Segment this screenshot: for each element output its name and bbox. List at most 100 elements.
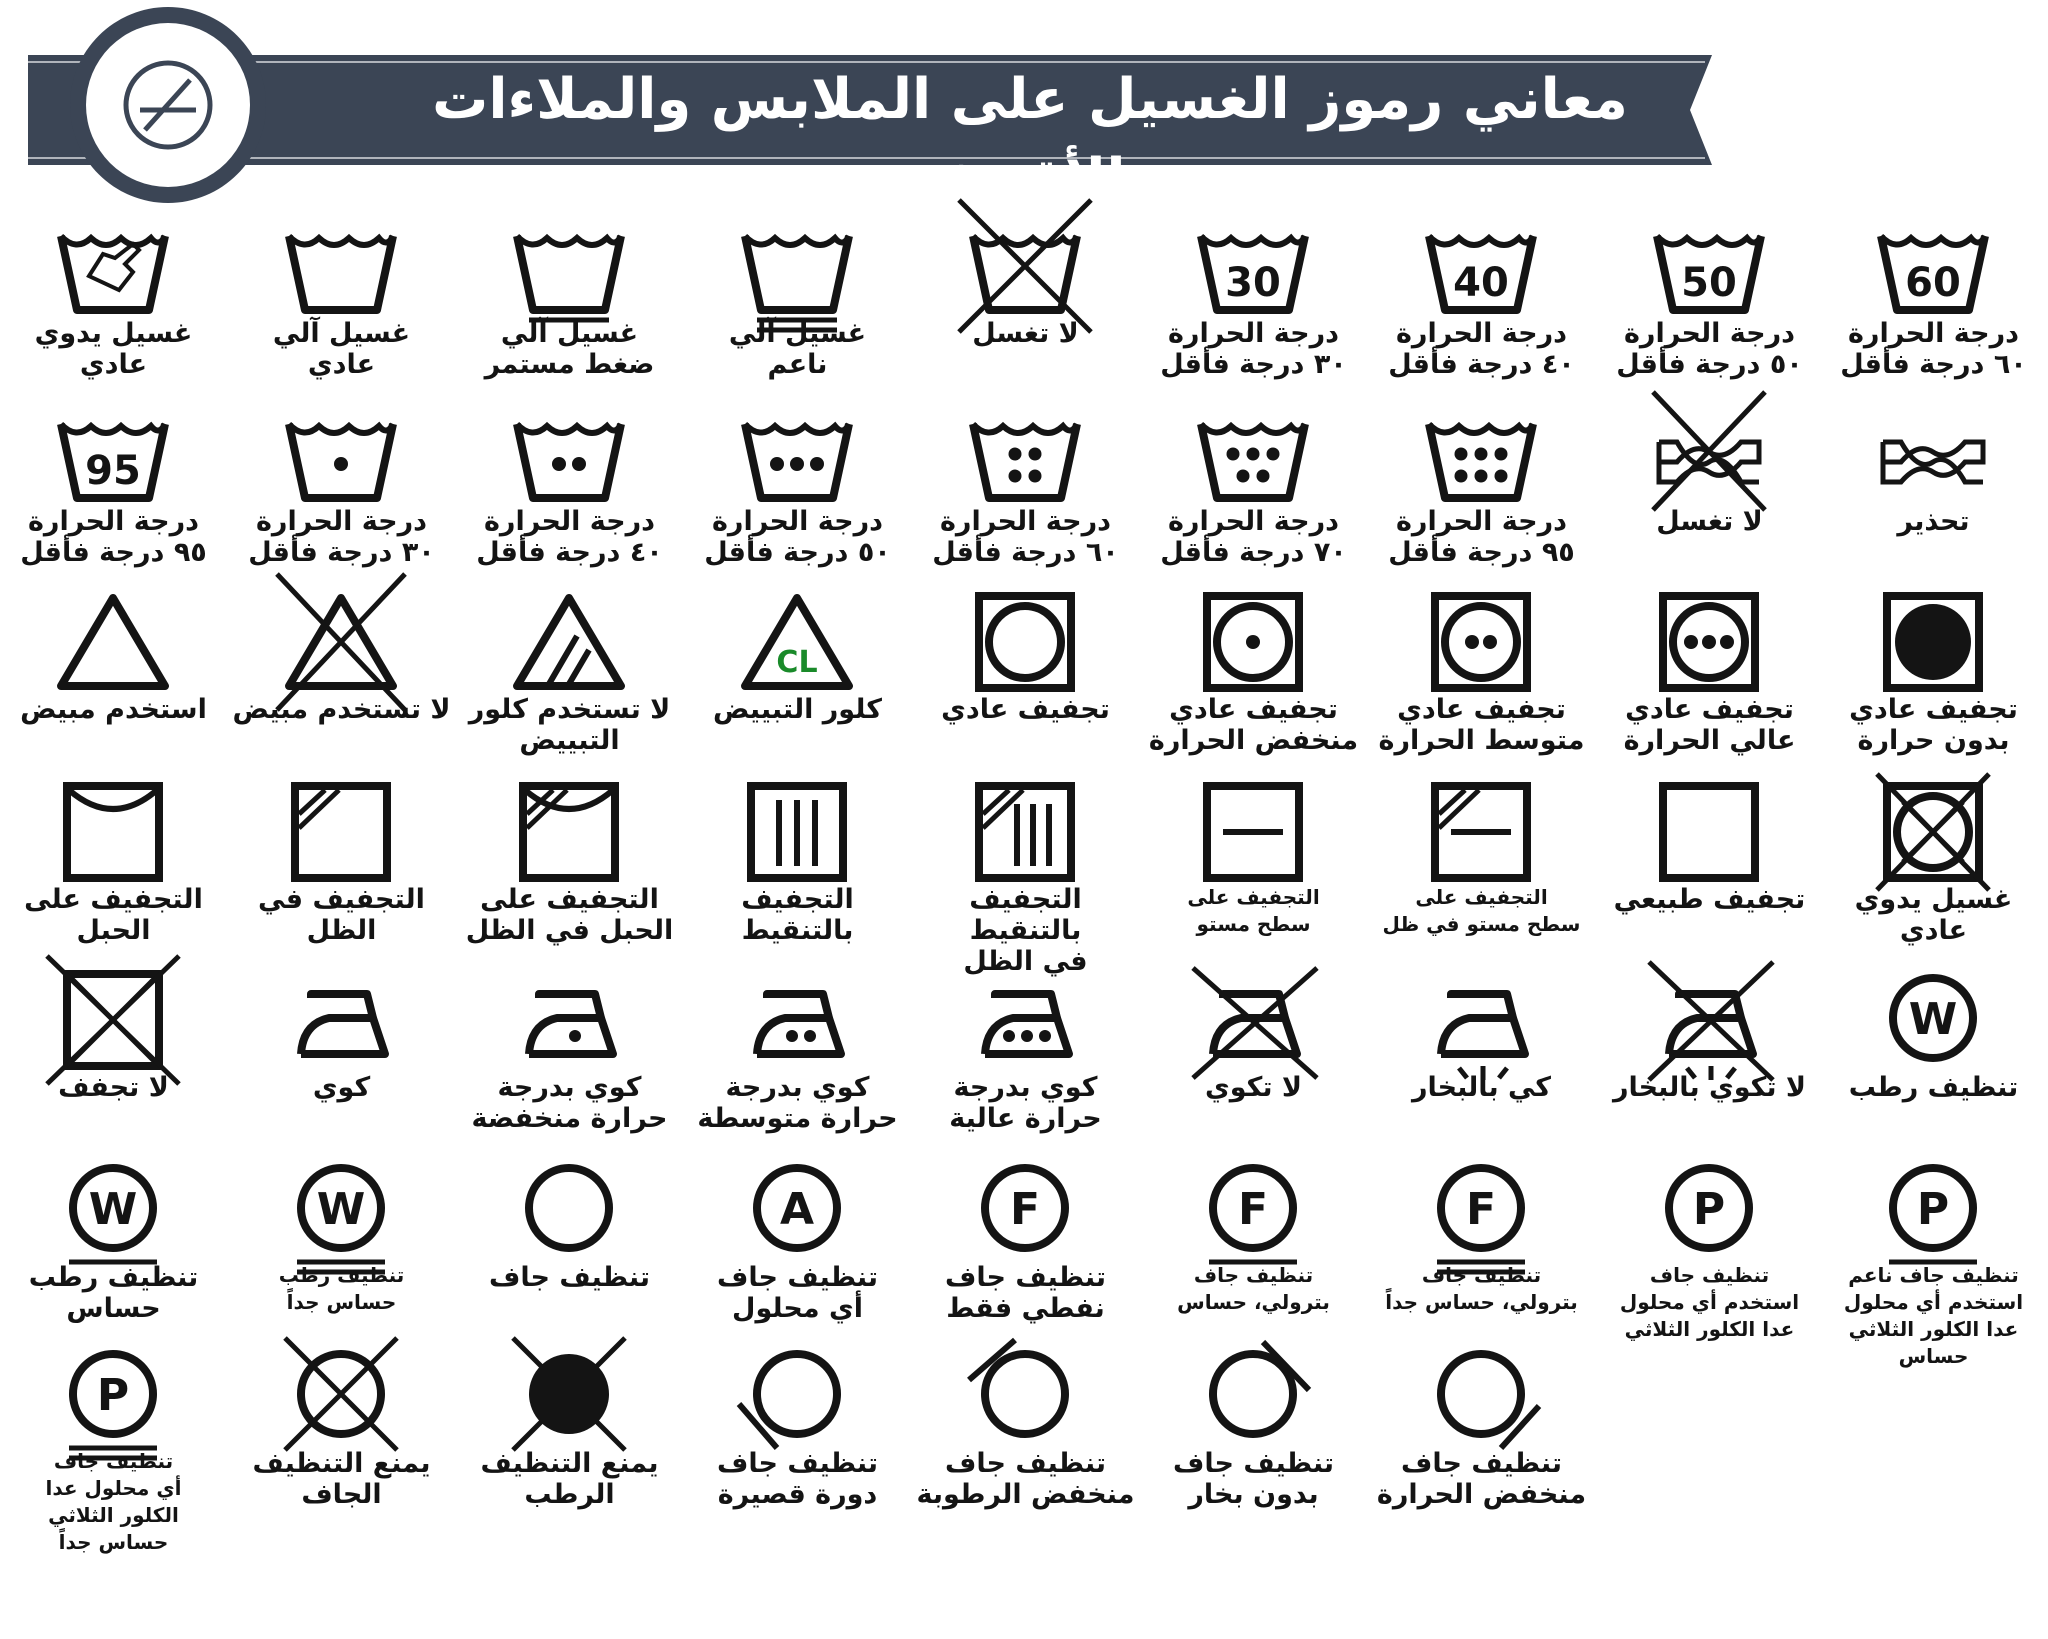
symbol-cell: كوي بدرجة حرارة عالية xyxy=(912,964,1139,1134)
symbol-cell: W تنظيف رطب حساس xyxy=(0,1154,227,1324)
symbol-label: تجفيف عادي متوسط الحرارة xyxy=(1378,694,1585,756)
symbol-label: التجفيف على الحبل xyxy=(24,884,203,946)
non-chlorine-bleach-icon xyxy=(513,594,625,690)
symbol-label: تنظيف رطب حساس جداً xyxy=(278,1263,405,1314)
do-not-dry-clean-icon xyxy=(283,1336,399,1452)
symbol-label: تحذير xyxy=(1897,506,1970,537)
do-not-iron-icon xyxy=(1191,966,1319,1080)
no-bleach-icon xyxy=(275,572,407,712)
symbol-cell: 95 درجة الحرارة ٩٥ درجة فأقل xyxy=(0,398,227,568)
symbol-cell: لا تجفف xyxy=(0,954,227,1134)
bleach-triangle-icon xyxy=(57,594,169,690)
symbol-cell: A تنظيف جاف أي محلول xyxy=(684,1154,911,1324)
symbol-cell: التجفيف على سطح مستو xyxy=(1140,776,1367,946)
symbol-cell: تجفيف عادي متوسط الحرارة xyxy=(1368,586,1595,756)
reduced-moisture-icon xyxy=(967,1337,1069,1438)
symbol-label: درجة الحرارة ٩٥ درجة فأقل xyxy=(20,506,207,568)
dry-clean-p-icon: P xyxy=(1665,1164,1753,1252)
tub-gentle-icon xyxy=(741,233,853,333)
symbol-cell: يمنع التنظيف الجاف xyxy=(228,1336,455,1510)
symbol-label: التجفيف على الحبل في الظل xyxy=(465,884,674,946)
symbol-label: درجة الحرارة ٧٠ درجة فأقل xyxy=(1160,506,1347,568)
symbol-label: درجة الحرارة ٤٠ درجة فأقل xyxy=(476,506,663,568)
symbol-cell: كوي xyxy=(228,964,455,1134)
symbol-label: كوي بدرجة حرارة متوسطة xyxy=(697,1072,898,1134)
symbol-label: غسيل آلي ضغط مستمر xyxy=(484,318,655,380)
symbol-label: تنظيف جاف xyxy=(489,1262,650,1293)
tub-60-icon: 60 xyxy=(1877,233,1989,314)
symbol-cell: F تنظيف جاف بترولي، حساس جداً xyxy=(1368,1154,1595,1324)
iron-icon xyxy=(297,990,389,1058)
symbol-cell: تجفيف طبيعي xyxy=(1596,776,1823,946)
dry-in-shade-icon xyxy=(291,782,391,882)
symbol-cell: لا تكوي xyxy=(1140,964,1367,1134)
tub-40-icon: 40 xyxy=(1425,233,1537,314)
tub-four-dots-icon xyxy=(969,421,1081,502)
svg-text:P: P xyxy=(97,1370,129,1421)
symbol-cell: التجفيف بالتنقيط في الظل xyxy=(912,776,1139,977)
symbol-cell: CL كلور التبييض xyxy=(684,586,911,756)
symbol-label: تنظيف جاف دورة قصيرة xyxy=(717,1448,878,1510)
low-heat-dry-clean-icon xyxy=(1437,1350,1542,1451)
symbol-cell: غسيل يدوي عادي xyxy=(1820,772,2047,946)
symbol-cell: P تنظيف جاف استخدم أي محلول عدا الكلور ال… xyxy=(1596,1154,1823,1341)
symbol-label: كوي بدرجة حرارة عالية xyxy=(949,1072,1102,1134)
symbol-label: لا تكوي xyxy=(1204,1072,1303,1103)
dry-clean-any-icon: A xyxy=(753,1164,841,1252)
symbol-cell: غسيل يدوي عادي xyxy=(0,210,227,380)
line-dry-icon xyxy=(63,782,163,882)
symbol-label: تنظيف جاف أي محلول عدا الكلور الثلاثي حس… xyxy=(45,1449,182,1554)
symbol-cell: التجفيف على سطح مستو في ظل xyxy=(1368,776,1595,946)
dry-clean-p-gentle-icon: P xyxy=(1889,1164,1977,1265)
svg-text:P: P xyxy=(1917,1184,1949,1235)
symbol-label: لا تستخدم مبيض xyxy=(232,694,451,725)
svg-text:F: F xyxy=(1466,1184,1496,1235)
dry-flat-shade-icon xyxy=(1431,782,1531,882)
svg-text:W: W xyxy=(1909,994,1958,1045)
symbol-cell: درجة الحرارة ٧٠ درجة فأقل xyxy=(1140,398,1367,568)
symbol-label: لا تغسل xyxy=(1656,506,1763,537)
tumble-dry-low-icon xyxy=(1203,592,1303,692)
symbol-label: تجفيف عادي xyxy=(941,694,1110,725)
symbol-label: تجفيف طبيعي xyxy=(1613,884,1806,915)
no-steam-icon xyxy=(1647,960,1775,1082)
symbol-label: تنظيف رطب حساس xyxy=(28,1262,199,1324)
svg-text:95: 95 xyxy=(85,448,141,494)
symbol-cell: كوي بدرجة حرارة متوسطة xyxy=(684,964,911,1134)
symbol-label: تنظيف جاف ناعم استخدم أي محلول عدا الكلو… xyxy=(1843,1263,2024,1368)
symbol-label: لا تكوي بالبخار xyxy=(1613,1072,1806,1103)
symbol-cell: التجفيف على الحبل في الظل xyxy=(456,776,683,946)
symbol-cell: كوي بدرجة حرارة منخفضة xyxy=(456,964,683,1134)
svg-text:P: P xyxy=(1693,1184,1725,1235)
svg-text:30: 30 xyxy=(1225,260,1281,306)
symbol-cell: التجفيف على الحبل xyxy=(0,776,227,946)
svg-text:W: W xyxy=(317,1184,366,1235)
symbol-cell: 60 درجة الحرارة ٦٠ درجة فأقل xyxy=(1820,210,2047,380)
symbol-cell: 30 درجة الحرارة ٣٠ درجة فأقل xyxy=(1140,210,1367,380)
symbol-label: تجفيف عادي بدون حرارة xyxy=(1849,694,2018,756)
symbol-label: التجفيف في الظل xyxy=(258,884,425,946)
tumble-dry-no-heat-icon xyxy=(1883,592,1983,692)
symbol-label: تنظيف جاف منخفض الرطوبة xyxy=(916,1448,1135,1510)
symbol-grid: غسيل يدوي عادي غسيل آلي عادي غسيل آلي ضغ… xyxy=(0,198,2048,1639)
symbol-cell: لا تكوي بالبخار xyxy=(1596,960,1823,1134)
iron-high-icon xyxy=(981,990,1073,1058)
symbol-cell: تنظيف جاف منخفض الحرارة xyxy=(1368,1340,1595,1510)
symbol-label: كلور التبييض xyxy=(713,694,882,725)
symbol-label: درجة الحرارة ٦٠ درجة فأقل xyxy=(1840,318,2027,380)
symbol-cell: تنظيف جاف بدون بخار xyxy=(1140,1339,1367,1510)
symbol-label: تنظيف جاف استخدم أي محلول عدا الكلور الث… xyxy=(1619,1263,1800,1341)
line-dry-shade-icon xyxy=(519,782,619,882)
symbol-label: كي بالبخار xyxy=(1412,1072,1551,1103)
symbol-cell: تجفيف عادي xyxy=(912,586,1139,756)
do-not-dry-icon xyxy=(45,954,181,1086)
symbol-cell: لا تستخدم كلور التبييض xyxy=(456,586,683,756)
title-banner: معاني رموز الغسيل على الملابس والملاءات … xyxy=(0,0,2048,212)
symbol-label: تنظيف جاف أي محلول xyxy=(717,1262,878,1324)
symbol-cell: درجة الحرارة ٩٥ درجة فأقل xyxy=(1368,398,1595,568)
wet-clean-gentle-icon: W xyxy=(69,1164,157,1265)
symbol-cell: F تنظيف جاف بترولي، حساس xyxy=(1140,1154,1367,1324)
tub-50-icon: 50 xyxy=(1653,233,1765,314)
symbol-label: تنظيف جاف بترولي، حساس xyxy=(1177,1263,1330,1314)
symbol-label: تنظيف رطب xyxy=(1848,1072,2019,1103)
